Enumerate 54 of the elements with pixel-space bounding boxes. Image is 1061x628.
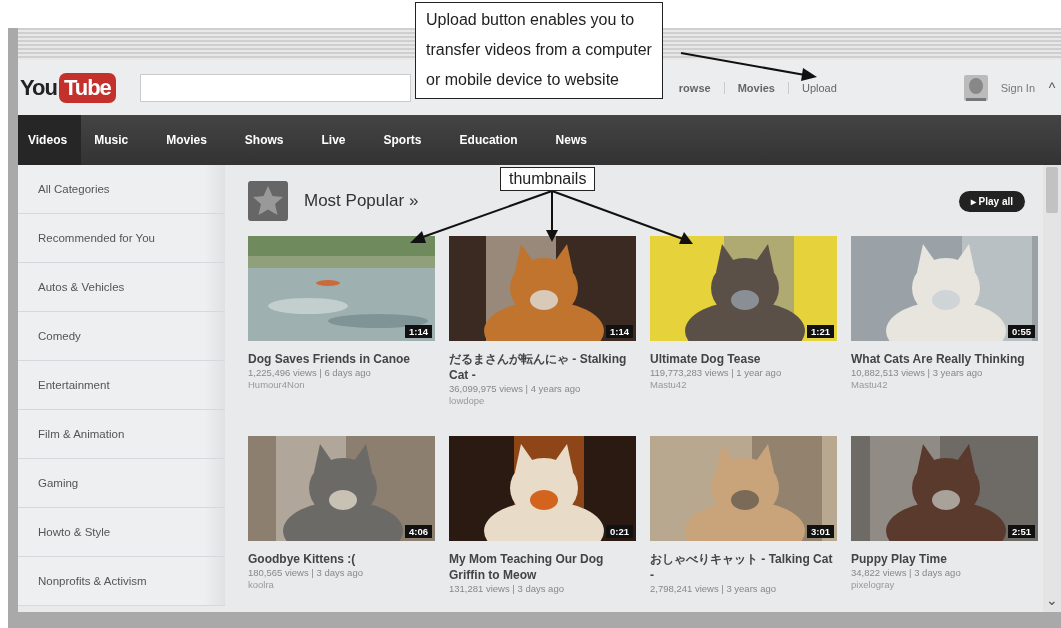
duration-label: 1:14: [405, 325, 432, 338]
sidebar-item[interactable]: Entertainment: [18, 361, 225, 410]
video-title[interactable]: Ultimate Dog Tease: [650, 351, 837, 367]
nav-tab[interactable]: Movies: [153, 115, 220, 165]
sidebar-item[interactable]: Autos & Vehicles: [18, 263, 225, 312]
scroll-down-button[interactable]: ⌄: [1046, 592, 1058, 608]
duration-label: 0:55: [1008, 325, 1035, 338]
duration-label: 2:51: [1008, 525, 1035, 538]
nav-tab[interactable]: Live: [308, 115, 359, 165]
nav-tab[interactable]: Education: [446, 115, 531, 165]
sidebar-item[interactable]: Film & Animation: [18, 410, 225, 459]
sign-in-link[interactable]: Sign In: [1000, 81, 1035, 94]
scrollbar-thumb[interactable]: [1046, 167, 1058, 213]
sidebar-item[interactable]: Recommended for You: [18, 214, 225, 263]
nav-tab[interactable]: Shows: [231, 115, 297, 165]
video-title[interactable]: Puppy Play Time: [851, 551, 1038, 567]
video-title[interactable]: What Cats Are Really Thinking: [851, 351, 1038, 367]
view-count: 2,798,241 views | 3 years ago: [650, 583, 778, 595]
section-title[interactable]: Most Popular »: [304, 191, 419, 211]
play-all-button[interactable]: ▸ Play all: [958, 190, 1025, 212]
header-link[interactable]: Movies: [723, 81, 788, 94]
duration-label: 3:01: [807, 525, 834, 538]
video-title[interactable]: Goodbye Kittens :(: [248, 551, 435, 567]
view-count: 1,225,496 views | 6 days ago: [248, 367, 372, 379]
nav-tab[interactable]: Videos: [18, 115, 82, 165]
video-title[interactable]: おしゃべりキャット - Talking Cat -: [650, 551, 837, 583]
sidebar-item[interactable]: Gaming: [18, 459, 225, 508]
view-count: 36,099,975 views | 4 years ago: [449, 383, 582, 395]
sidebar-item[interactable]: Comedy: [18, 312, 225, 361]
nav-tab[interactable]: Music: [81, 115, 142, 165]
callout-text: thumbnails: [500, 167, 596, 191]
view-count: 34,822 views | 3 days ago: [851, 567, 962, 579]
scrollbar[interactable]: ⌄: [1043, 165, 1061, 612]
view-count: 180,565 views | 3 days ago: [248, 567, 364, 579]
video-title[interactable]: My Mom Teaching Our Dog Griffin to Meow: [449, 551, 636, 583]
sidebar-item[interactable]: Howto & Style: [18, 508, 225, 557]
search-field[interactable]: [139, 73, 411, 102]
duration-label: 0:21: [606, 525, 633, 538]
scroll-up-button[interactable]: ^: [1043, 79, 1061, 96]
view-count: 10,882,513 views | 3 years ago: [851, 367, 984, 379]
header-link[interactable]: rowse: [678, 81, 724, 94]
sidebar-item[interactable]: Nonprofits & Activism: [18, 557, 225, 606]
nav-tab[interactable]: News: [542, 115, 600, 165]
duration-label: 1:14: [606, 325, 633, 338]
view-count: 119,773,283 views | 1 year ago: [650, 367, 783, 379]
video-title[interactable]: Dog Saves Friends in Canoe: [248, 351, 435, 367]
nav-tab[interactable]: Sports: [370, 115, 435, 165]
video-title[interactable]: だるまさんが転んにゃ - Stalking Cat -: [449, 351, 636, 383]
duration-label: 4:06: [405, 525, 432, 538]
view-count: 131,281 views | 3 days ago: [449, 583, 565, 595]
avatar-icon[interactable]: [962, 73, 989, 102]
sidebar-item[interactable]: All Categories: [18, 165, 225, 214]
duration-label: 1:21: [807, 325, 834, 338]
callout-text: Upload button enables you to transfer videos from a computer or mobile device to website: [415, 2, 663, 99]
